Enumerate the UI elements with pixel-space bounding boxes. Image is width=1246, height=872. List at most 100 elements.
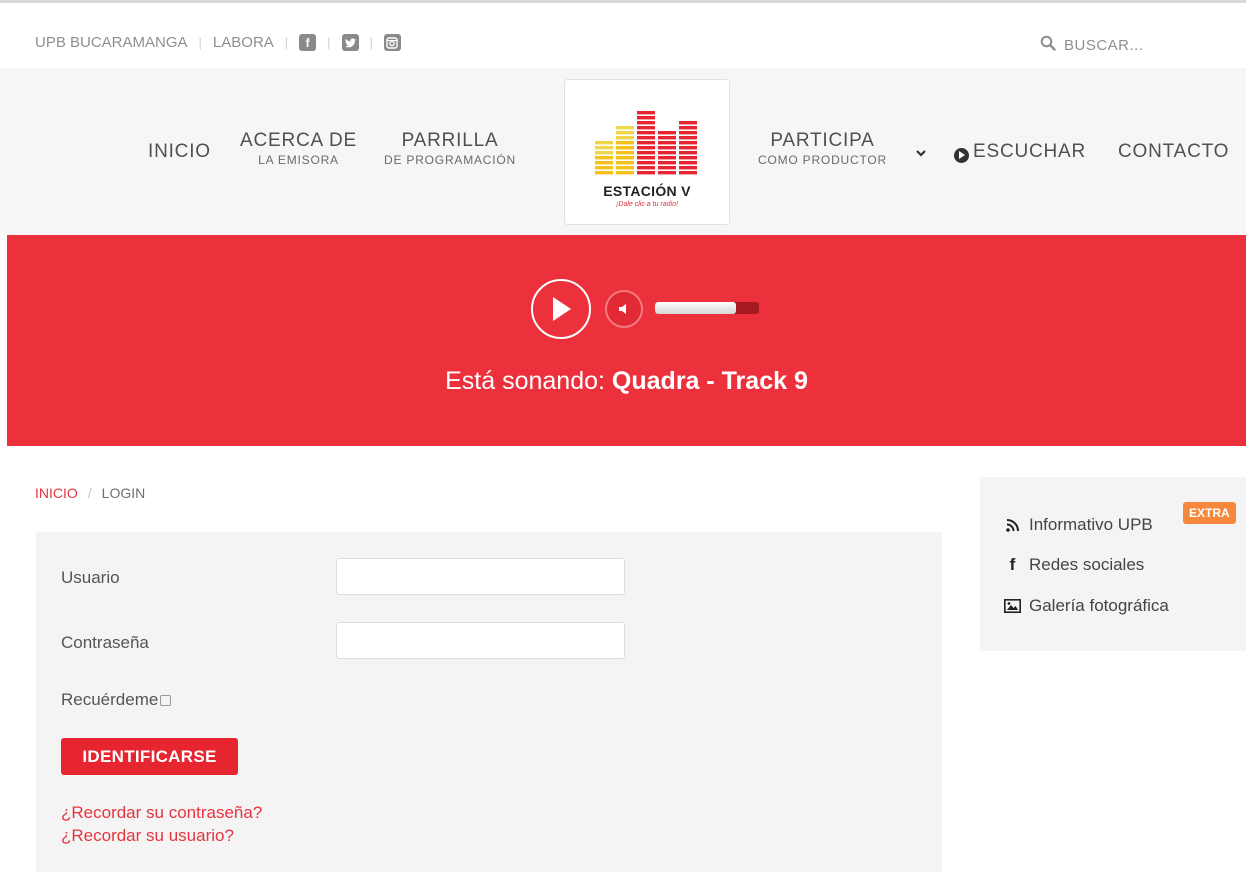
equalizer-bar [616,156,634,160]
sidebar-item-label: Redes sociales [1029,555,1145,574]
logo-name: ESTACIÓN V [603,183,691,199]
equalizer-bar [595,141,613,145]
equalizer-bar [637,131,655,135]
equalizer-bar [658,161,676,165]
equalizer-bar [637,146,655,150]
remember-label: Recuérdeme [61,690,159,709]
facebook-icon: f [1009,555,1016,574]
nav-parrilla-label: PARRILLA [401,130,499,151]
now-playing-track: Quadra - Track 9 [611,367,808,395]
equalizer-bar [637,151,655,155]
equalizer-bar [616,131,634,135]
sidebar-item-redes[interactable]: f Redes sociales [1004,555,1145,575]
equalizer-bar [658,136,676,140]
equalizer-bar [616,161,634,165]
volume-slider[interactable] [655,302,759,314]
play-circle-icon [954,147,969,163]
sidebar: Informativo UPB EXTRA f Redes sociales G… [980,477,1246,651]
upb-bucaramanga-link[interactable]: UPB BUCARAMANGA [35,34,188,51]
nav-escuchar[interactable]: ESCUCHAR [954,141,1086,163]
login-form: Usuario Contraseña Recuérdeme IDENTIFICA… [36,532,942,872]
labora-link[interactable]: LABORA [213,34,274,51]
username-input[interactable] [336,558,625,595]
search-box [1040,35,1174,55]
nav-parrilla[interactable]: PARRILLA DE PROGRAMACIÓN [384,130,516,167]
forgot-username-link[interactable]: ¿Recordar su usuario? [61,826,234,846]
equalizer-bar [637,161,655,165]
equalizer-bar [637,111,655,115]
equalizer-bar [595,146,613,150]
play-button[interactable] [531,279,591,339]
separator: | [284,35,289,50]
player-banner: Está sonando: Quadra - Track 9 [7,235,1246,446]
equalizer-bar [658,171,676,175]
sidebar-item-informativo[interactable]: Informativo UPB [1004,515,1153,535]
equalizer-bar [637,121,655,125]
equalizer-bar [616,166,634,170]
login-button[interactable]: IDENTIFICARSE [61,738,238,775]
nav-acerca-label: ACERCA DE [240,130,358,151]
twitter-icon[interactable] [341,34,359,51]
equalizer-bar [616,141,634,145]
equalizer-bar [637,156,655,160]
equalizer-bar [595,156,613,160]
mute-button[interactable] [605,290,643,328]
nav-acerca-sublabel: LA EMISORA [258,153,339,167]
search-icon[interactable] [1040,35,1056,55]
image-icon [1004,599,1021,613]
remember-row: Recuérdeme [61,690,172,710]
password-label: Contraseña [61,633,149,652]
equalizer-bar [658,156,676,160]
nav-escuchar-wrap: ESCUCHAR [954,141,1086,163]
forgot-password-link[interactable]: ¿Recordar su contraseña? [61,803,262,823]
volume-slider-fill [655,302,737,314]
breadcrumb-home[interactable]: INICIO [35,485,78,501]
nav-participa-label: PARTICIPA [770,130,875,151]
extra-badge: EXTRA [1183,502,1236,524]
top-bar: UPB BUCARAMANGA | LABORA | f | | [0,6,1246,68]
station-logo[interactable]: ESTACIÓN V ¡Dale clic a tu radio! [564,79,730,225]
equalizer-bar [679,171,697,175]
equalizer-bar [658,166,676,170]
nav-contacto[interactable]: CONTACTO [1118,141,1229,163]
nav-participa-sublabel: COMO PRODUCTOR [758,153,887,167]
now-playing: Está sonando: Quadra - Track 9 [7,367,1246,396]
equalizer-bar [679,126,697,130]
search-input[interactable] [1064,36,1174,54]
sidebar-item-galeria[interactable]: Galería fotográfica [1004,596,1169,616]
sidebar-item-label: Galería fotográfica [1029,596,1169,615]
nav-acerca-de[interactable]: ACERCA DE LA EMISORA [240,130,357,167]
equalizer-bar [637,136,655,140]
separator: | [198,35,202,50]
sidebar-item-label: Informativo UPB [1029,515,1153,534]
equalizer-bar [658,151,676,155]
equalizer-bar [658,141,676,145]
nav-inicio[interactable]: INICIO [148,141,211,163]
equalizer-bar [595,161,613,165]
equalizer-bar [679,166,697,170]
now-playing-prefix: Está sonando: [445,367,605,395]
volume-icon [619,304,626,314]
nav-contacto-label: CONTACTO [1118,141,1230,162]
equalizer-bar [679,161,697,165]
facebook-icon[interactable]: f [299,34,317,51]
main-nav: INICIO ACERCA DE LA EMISORA PARRILLA DE … [0,68,1246,235]
separator: | [369,35,373,50]
equalizer-bar [616,171,634,175]
equalizer-bar [679,151,697,155]
breadcrumb: INICIO / LOGIN [35,485,145,501]
chevron-down-icon[interactable] [915,145,927,163]
remember-checkbox[interactable] [160,695,172,706]
equalizer-bar [595,171,613,175]
equalizer-bar [637,116,655,120]
separator: | [327,35,331,50]
top-links: UPB BUCARAMANGA | LABORA | f | | [35,34,401,51]
equalizer-bar [679,141,697,145]
equalizer-bar [616,151,634,155]
nav-participa[interactable]: PARTICIPA COMO PRODUCTOR [758,130,887,167]
logo-tagline: ¡Dale clic a tu radio! [616,201,678,208]
equalizer-bar [595,151,613,155]
breadcrumb-divider: / [87,485,92,501]
password-input[interactable] [336,622,625,659]
instagram-icon[interactable] [383,34,401,51]
